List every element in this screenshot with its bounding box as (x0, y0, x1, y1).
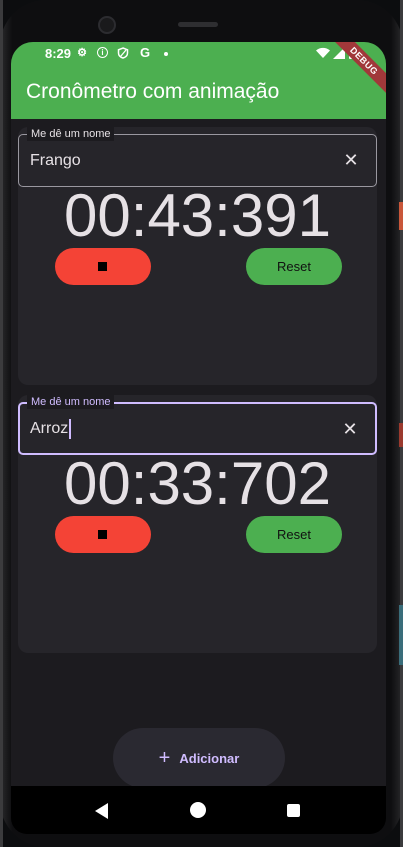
name-field-label: Me dê um nome (27, 127, 115, 141)
phone-edge-left (0, 0, 3, 847)
stopwatch-time: 00:33:702 (64, 450, 331, 517)
earpiece-speaker (178, 22, 218, 27)
recent-apps-icon[interactable] (287, 804, 300, 817)
background-window-edge (399, 605, 403, 665)
add-button[interactable]: + Adicionar (113, 728, 285, 788)
app-title: Cronômetro com animação (26, 80, 280, 103)
wifi-icon (316, 47, 330, 59)
app-screen: 8:29 ⚙ i G Cronômetro com animação DEBUG… (11, 42, 386, 820)
navigation-bar (11, 786, 386, 834)
name-field[interactable]: Me dê um nome Frango ✕ (18, 127, 377, 187)
home-icon[interactable] (190, 802, 206, 818)
plus-icon: + (158, 747, 171, 769)
reset-button[interactable]: Reset (246, 516, 342, 553)
status-time: 8:29 (45, 46, 72, 61)
gear-icon: ⚙ (77, 47, 87, 59)
name-field-value: Frango (30, 152, 81, 169)
background-window-edge (399, 202, 403, 230)
notification-dot-icon (164, 52, 168, 56)
background-window-edge (399, 423, 403, 447)
stop-icon (98, 530, 107, 539)
app-bar: 8:29 ⚙ i G Cronômetro com animação DEBUG (11, 42, 386, 119)
back-icon[interactable] (95, 803, 108, 819)
text-cursor (69, 419, 72, 439)
stop-button[interactable] (55, 516, 151, 553)
front-camera (98, 16, 116, 34)
name-field-value: Arroz (30, 419, 72, 439)
info-icon: i (97, 47, 108, 58)
clear-icon[interactable]: ✕ (340, 149, 362, 171)
stop-icon (98, 262, 107, 271)
google-icon: G (139, 45, 151, 60)
status-bar: 8:29 ⚙ i G (11, 42, 386, 66)
name-field[interactable]: Me dê um nome Arroz ✕ (18, 395, 377, 455)
reset-button[interactable]: Reset (246, 248, 342, 285)
name-field-label: Me dê um nome (27, 395, 115, 409)
name-field-text: Arroz (30, 420, 69, 437)
shield-icon (117, 47, 129, 59)
stop-button[interactable] (55, 248, 151, 285)
stopwatch-time: 00:43:391 (64, 182, 331, 249)
add-button-label: Adicionar (179, 750, 240, 766)
clear-icon[interactable]: ✕ (339, 418, 361, 440)
stopwatch-card: Me dê um nome Arroz ✕ 00:33:702 Reset (18, 395, 377, 653)
stopwatch-card: Me dê um nome Frango ✕ 00:43:391 Reset (18, 127, 377, 385)
